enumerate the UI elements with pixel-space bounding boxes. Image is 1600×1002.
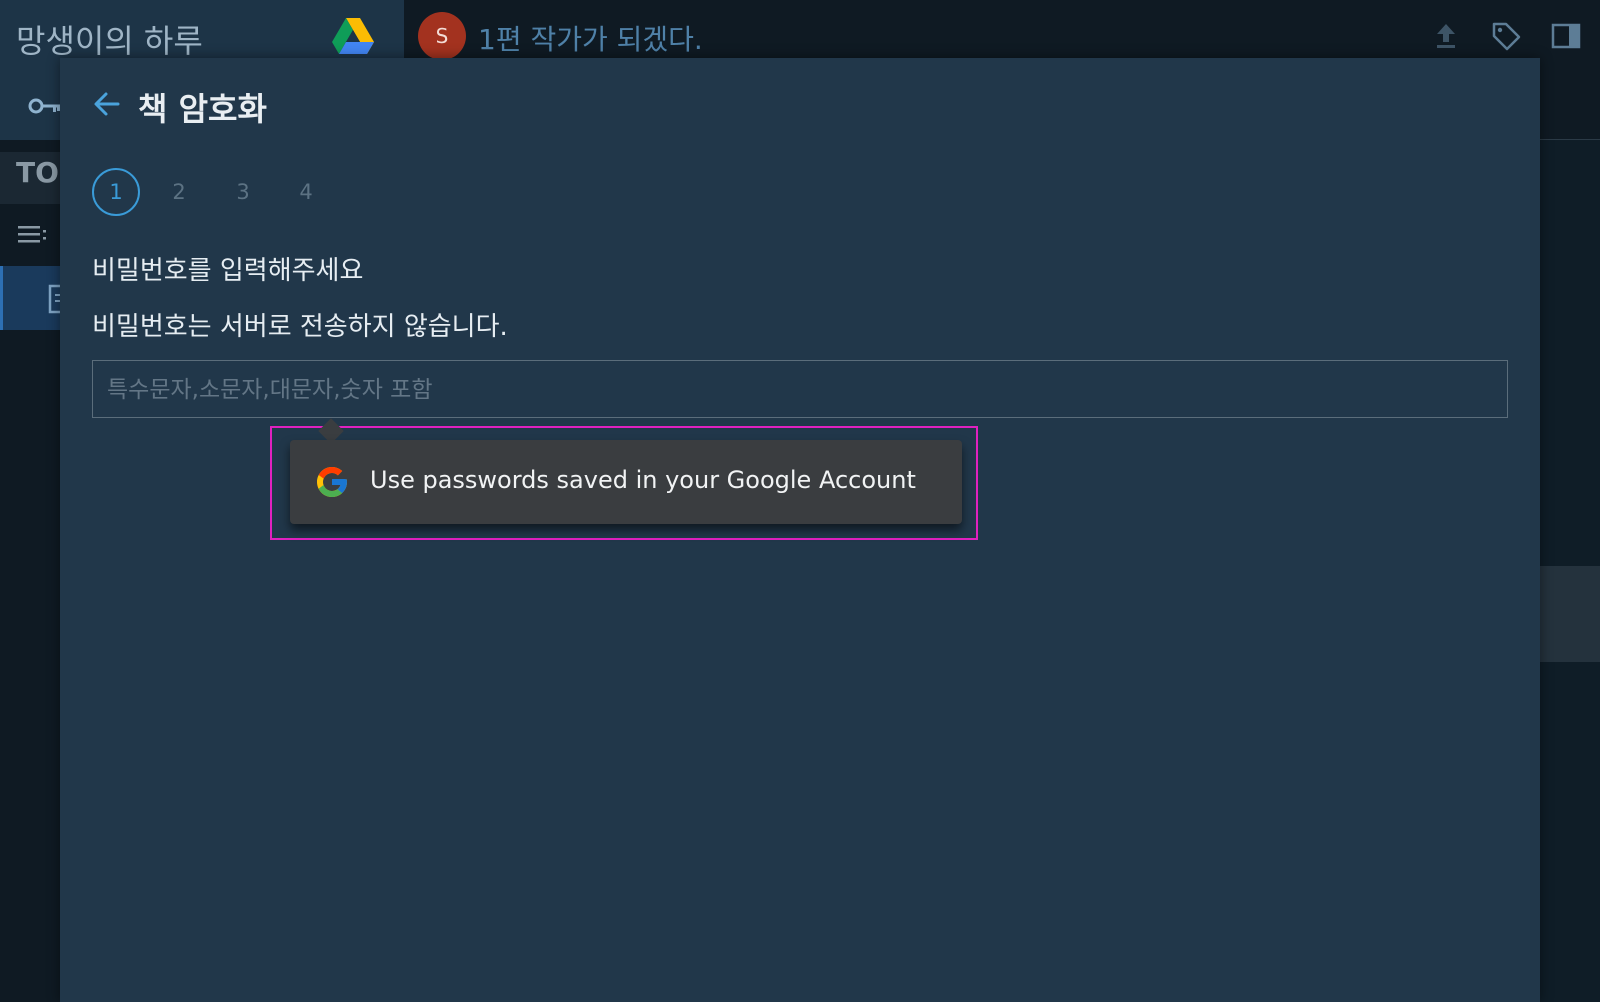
avatar[interactable]: S	[418, 12, 466, 60]
google-drive-icon[interactable]	[332, 18, 374, 56]
panel-toggle-icon[interactable]	[1550, 20, 1582, 52]
book-title[interactable]: 망생이의 하루	[16, 16, 203, 62]
autofill-label: Use passwords saved in your Google Accou…	[370, 466, 916, 494]
modal-title: 책 암호화	[138, 90, 267, 128]
upload-icon[interactable]	[1430, 20, 1462, 52]
password-prompt: 비밀번호를 입력해주세요	[92, 256, 364, 286]
step-2: 2	[172, 180, 186, 204]
google-icon	[317, 467, 347, 497]
password-field[interactable]	[92, 360, 1508, 419]
password-input[interactable]	[105, 361, 1489, 419]
password-notice: 비밀번호는 서버로 전송하지 않습니다.	[92, 312, 508, 342]
chapter-title[interactable]: 1편 작가가 되겠다.	[478, 18, 703, 58]
step-3: 3	[236, 180, 250, 204]
google-password-autofill-button[interactable]: Use passwords saved in your Google Accou…	[290, 440, 962, 524]
tag-icon[interactable]	[1490, 20, 1522, 52]
key-icon[interactable]	[28, 96, 62, 116]
step-4: 4	[299, 180, 313, 204]
step-1: 1	[92, 168, 140, 216]
back-arrow-icon[interactable]	[92, 90, 122, 118]
list-menu-icon[interactable]	[18, 224, 48, 246]
background-panel-strip	[1540, 566, 1600, 662]
